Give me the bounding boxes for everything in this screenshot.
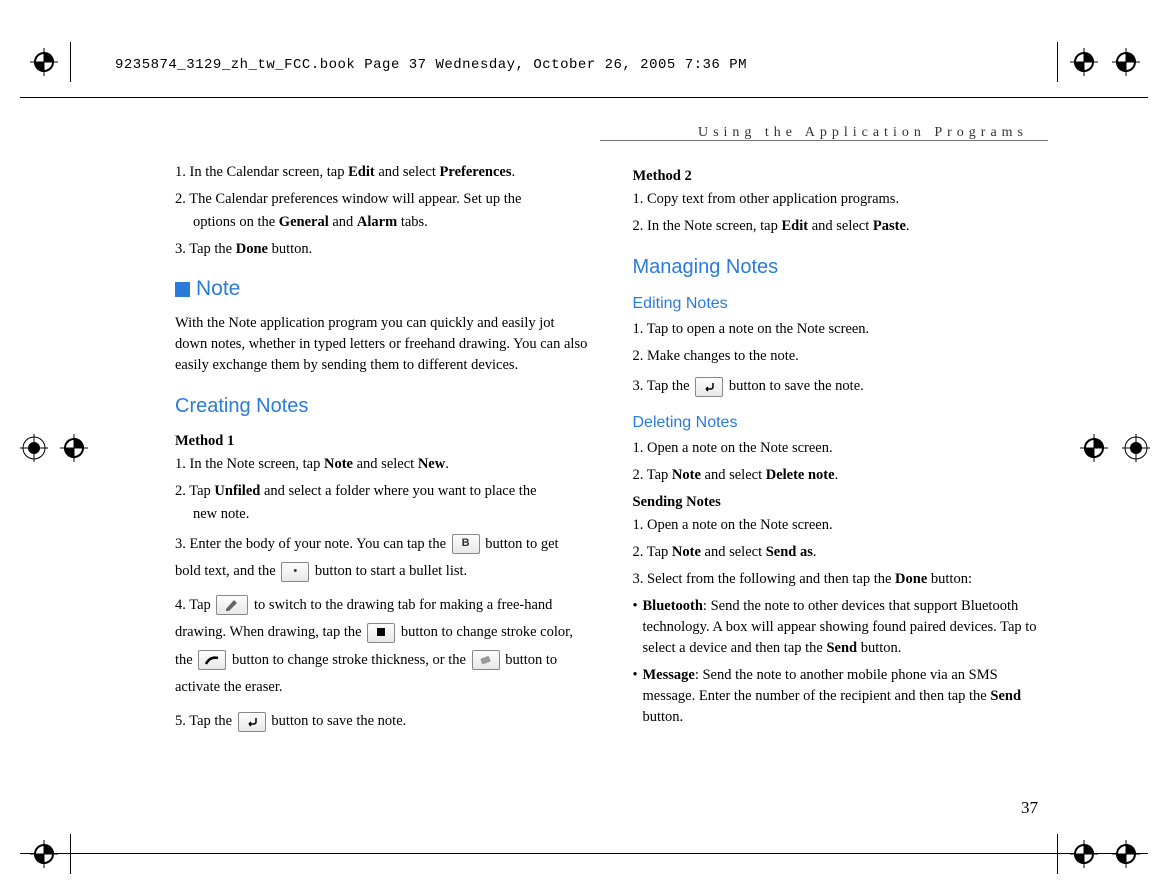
cropmark-line [20, 97, 1148, 98]
step-text: 2. The Calendar preferences window will … [175, 189, 588, 210]
color-square-icon [367, 623, 395, 643]
creating-notes-heading: Creating Notes [175, 392, 588, 421]
step-text: 2. Tap Unfiled and select a folder where… [175, 481, 588, 502]
right-column: Method 2 1. Copy text from other applica… [633, 160, 1046, 741]
cropmark-line [70, 834, 71, 874]
registration-mark-icon [30, 48, 58, 76]
page-number: 37 [1021, 796, 1038, 821]
managing-notes-heading: Managing Notes [633, 253, 1046, 282]
registration-mark-icon [20, 434, 48, 462]
eraser-icon [472, 650, 500, 670]
method1-label: Method 1 [175, 431, 588, 452]
step-text: 1. Tap to open a note on the Note screen… [633, 319, 1046, 340]
step-text-cont: new note. [193, 504, 588, 525]
editing-notes-heading: Editing Notes [633, 292, 1046, 315]
cropmark-line [1057, 42, 1058, 82]
step-text-cont: options on the General and Alarm tabs. [193, 212, 588, 233]
page-content: 1. In the Calendar screen, tap Edit and … [175, 160, 1045, 741]
registration-mark-icon [1112, 48, 1140, 76]
left-column: 1. In the Calendar screen, tap Edit and … [175, 160, 588, 741]
step-text: 1. Open a note on the Note screen. [633, 438, 1046, 459]
step-text: 1. In the Calendar screen, tap Edit and … [175, 162, 588, 183]
registration-mark-icon [1080, 434, 1108, 462]
bullet-icon: • [281, 562, 309, 582]
step-text: 1. Copy text from other application prog… [633, 189, 1046, 210]
cropmark-line [20, 853, 1148, 854]
registration-mark-icon [1070, 48, 1098, 76]
registration-mark-icon [1112, 840, 1140, 868]
note-heading: Note [175, 274, 588, 304]
step-text: 3. Select from the following and then ta… [633, 569, 1046, 590]
bullet-bluetooth: Bluetooth: Send the note to other device… [633, 596, 1046, 659]
step-text: 2. Make changes to the note. [633, 346, 1046, 367]
step-text: 2. In the Note screen, tap Edit and sele… [633, 216, 1046, 237]
framemaker-header: 9235874_3129_zh_tw_FCC.book Page 37 Wedn… [115, 55, 747, 75]
step-text: 5. Tap the button to save the note. [175, 708, 588, 736]
cropmark-line [1057, 834, 1058, 874]
step-text: 2. Tap Note and select Send as. [633, 542, 1046, 563]
note-square-icon [175, 282, 190, 297]
thickness-icon [198, 650, 226, 670]
registration-mark-icon [1070, 840, 1098, 868]
back-arrow-icon [695, 377, 723, 397]
note-body: With the Note application program you ca… [175, 313, 588, 376]
step-text: 1. In the Note screen, tap Note and sele… [175, 454, 588, 475]
back-arrow-icon [238, 712, 266, 732]
bold-icon: B [452, 534, 480, 554]
method2-label: Method 2 [633, 166, 1046, 187]
step-text: 3. Enter the body of your note. You can … [175, 531, 588, 586]
registration-mark-icon [30, 840, 58, 868]
registration-mark-icon [60, 434, 88, 462]
step-text: 1. Open a note on the Note screen. [633, 515, 1046, 536]
cropmark-line [70, 42, 71, 82]
step-text: 4. Tap to switch to the drawing tab for … [175, 592, 588, 702]
deleting-notes-heading: Deleting Notes [633, 411, 1046, 434]
bullet-message: Message: Send the note to another mobile… [633, 665, 1046, 728]
registration-mark-icon [1122, 434, 1150, 462]
step-text: 3. Tap the button to save the note. [633, 373, 1046, 401]
running-head-rule [600, 140, 1048, 141]
pencil-icon [216, 595, 248, 615]
step-text: 3. Tap the Done button. [175, 239, 588, 260]
step-text: 2. Tap Note and select Delete note. [633, 465, 1046, 486]
sending-notes-heading: Sending Notes [633, 492, 1046, 513]
